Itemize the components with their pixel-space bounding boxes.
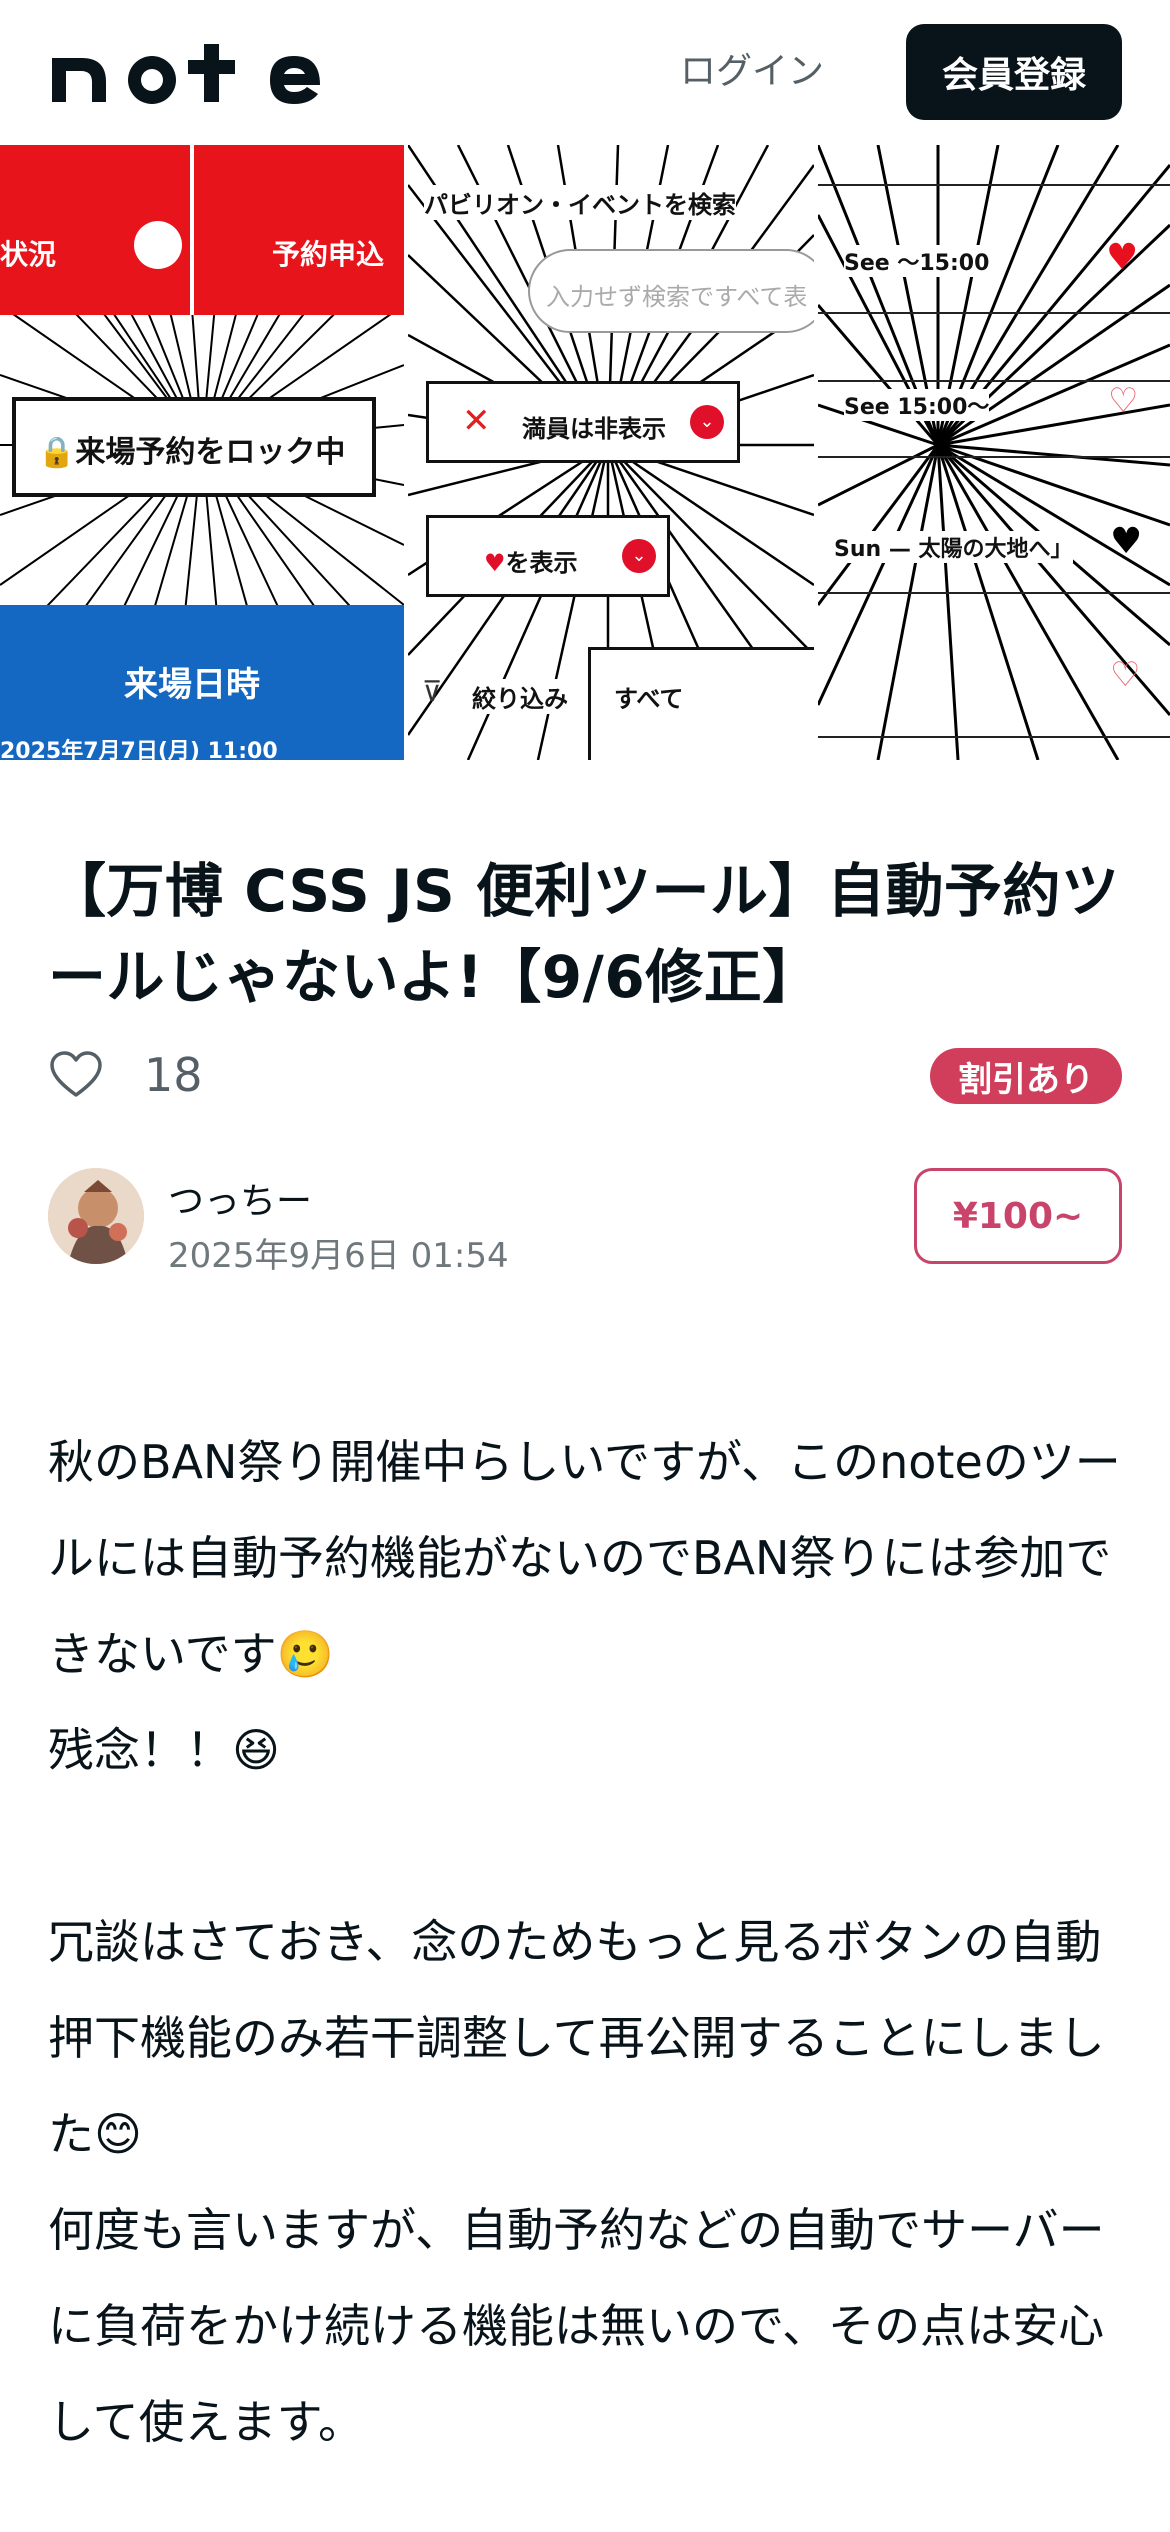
- hide-full-text: 満員は非表示: [522, 415, 666, 443]
- body-paragraph: 秋のBAN祭り開催中らしいですが、このnoteのツールには自動予約機能がないので…: [48, 1435, 1121, 1681]
- visit-date-value: 2025年7月7日(月) 11:00: [0, 739, 278, 760]
- close-icon: ✕: [462, 401, 491, 441]
- search-title: パビリオン・イベントを検索: [424, 185, 736, 220]
- note-logo[interactable]: [48, 40, 348, 106]
- publish-date: 2025年9月6日 01:54: [168, 1236, 509, 1276]
- thumbnail-panel-reservation: 状況 予約申込 🔒来場予約をロック中 来場日時 2025年7月7日(月) 11:…: [0, 145, 404, 760]
- favorite-row-3: Sun — 太陽の大地へ」: [834, 531, 1073, 563]
- heart-icon[interactable]: [48, 1047, 104, 1103]
- article-title: 【万博 CSS JS 便利ツール】自動予約ツールじゃないよ!【9/6修正】: [48, 857, 1120, 1011]
- status-text: 状況: [0, 238, 57, 271]
- price-button[interactable]: ¥100~: [914, 1168, 1122, 1264]
- like-count: 18: [144, 1048, 203, 1102]
- thumbnail-panel-favorites: See 〜15:00 ♥ See 15:00〜 ♡ Sun — 太陽の大地へ」 …: [818, 145, 1170, 760]
- all-option-text: すべて: [614, 685, 684, 713]
- favorite-row-2: See 15:00〜: [844, 389, 990, 421]
- article-thumbnail: 状況 予約申込 🔒来場予約をロック中 来場日時 2025年7月7日(月) 11:…: [0, 145, 1170, 760]
- heart-filled-icon: ♥: [1106, 237, 1139, 278]
- chevron-down-icon: ⌄: [622, 539, 656, 573]
- show-heart-text: ♥を表示: [484, 549, 578, 577]
- lock-status-text: 🔒来場予約をロック中: [38, 435, 346, 470]
- login-link[interactable]: ログイン: [680, 44, 824, 100]
- reservation-apply-text: 予約申込: [272, 238, 385, 271]
- site-header: ログイン 会員登録: [0, 0, 1170, 145]
- favorite-row-1: See 〜15:00: [844, 245, 990, 277]
- author-name[interactable]: つっちー: [168, 1172, 312, 1224]
- filter-text: 絞り込み: [472, 679, 568, 714]
- thumbnail-panel-search: パビリオン・イベントを検索 入力せず検索ですべて表 ✕ 満員は非表示 ⌄ ♥を表…: [408, 145, 814, 760]
- article-body: 秋のBAN祭り開催中らしいですが、このnoteのツールには自動予約機能がないので…: [48, 1414, 1122, 2470]
- chevron-down-icon: ⌄: [690, 405, 724, 439]
- visit-date-label: 来場日時: [124, 665, 260, 705]
- body-paragraph: 冗談はさておき、念のためもっと見るボタンの自動押下機能のみ若干調整して再公開する…: [48, 1915, 1105, 2161]
- discount-badge: 割引あり: [930, 1048, 1122, 1104]
- signup-button[interactable]: 会員登録: [906, 24, 1122, 120]
- body-paragraph: 残念！！😆: [48, 1723, 280, 1777]
- toggle-icon: [134, 221, 182, 269]
- heart-outline-icon: ♡: [1110, 655, 1141, 695]
- filter-icon: ⊽: [422, 675, 443, 708]
- search-placeholder: 入力せず検索ですべて表: [546, 283, 808, 311]
- author-avatar[interactable]: [48, 1168, 144, 1264]
- heart-outline-icon: ♡: [1108, 381, 1139, 421]
- like-section: 18: [48, 1040, 203, 1110]
- heart-black-icon: ♥: [1110, 521, 1143, 562]
- body-paragraph: 何度も言いますが、自動予約などの自動でサーバーに負荷をかけ続ける機能は無いので、…: [48, 2203, 1105, 2449]
